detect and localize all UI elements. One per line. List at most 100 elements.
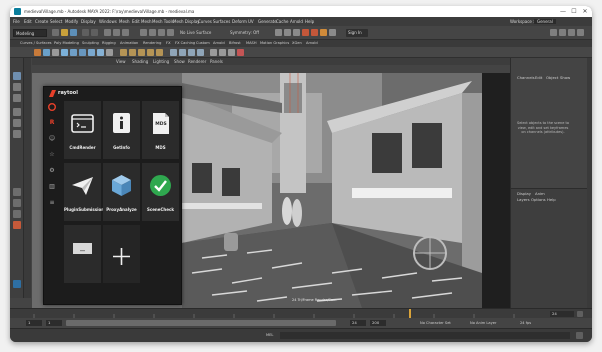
r-icon[interactable]: R xyxy=(48,119,56,127)
shelf-tab-mash[interactable]: MASH xyxy=(246,41,257,45)
scale-tool-icon[interactable] xyxy=(13,130,21,138)
shelf-tab-xgen[interactable]: XGen xyxy=(292,41,302,45)
snap-curve-icon[interactable] xyxy=(149,29,156,36)
extrude-icon[interactable] xyxy=(138,49,145,56)
select-hierarchy-icon[interactable] xyxy=(104,29,111,36)
revolve-icon[interactable] xyxy=(129,49,136,56)
maximize-button[interactable]: ☐ xyxy=(569,7,579,16)
range-end-field[interactable]: 24 xyxy=(350,320,366,326)
shelf-tab-animation[interactable]: Animation xyxy=(120,41,138,45)
single-view-icon[interactable] xyxy=(13,188,21,196)
circle-icon[interactable] xyxy=(43,49,50,56)
redo-icon[interactable] xyxy=(91,29,98,36)
select-component-icon[interactable] xyxy=(122,29,129,36)
bevel-icon[interactable] xyxy=(156,49,163,56)
menu-arnold[interactable]: Arnold xyxy=(290,19,303,24)
render-settings-icon[interactable] xyxy=(293,29,300,36)
plane-icon[interactable] xyxy=(97,49,104,56)
menu-display[interactable]: Display xyxy=(81,19,96,24)
snap-point-icon[interactable] xyxy=(158,29,165,36)
square-icon[interactable] xyxy=(52,49,59,56)
loft-icon[interactable] xyxy=(120,49,127,56)
anim-layer-select[interactable]: No Anim Layer xyxy=(470,321,496,325)
menu-uv[interactable]: UV xyxy=(248,19,254,24)
menu-set-select[interactable]: Modeling xyxy=(13,29,47,37)
light-editor-icon[interactable] xyxy=(329,29,336,36)
reverse-icon[interactable] xyxy=(197,49,204,56)
gear-icon[interactable]: ⚙ xyxy=(48,167,56,175)
menu-cache[interactable]: Cache xyxy=(276,19,288,24)
shelf-tab-rendering[interactable]: Rendering xyxy=(143,41,161,45)
vp-menu-shading[interactable]: Shading xyxy=(132,59,148,64)
live-surface-label[interactable]: No Live Surface xyxy=(180,30,211,35)
curve-icon[interactable] xyxy=(34,49,41,56)
chart-icon[interactable]: ▥ xyxy=(48,183,56,191)
menu-select[interactable]: Select xyxy=(50,19,62,24)
menu-edit-mesh[interactable]: Edit Mesh xyxy=(132,19,152,24)
tile-add[interactable] xyxy=(103,225,140,283)
tool-settings-icon[interactable] xyxy=(568,29,575,36)
tile-cmdrender[interactable]: CmdRender xyxy=(64,101,101,159)
save-scene-icon[interactable] xyxy=(70,29,77,36)
channels-tab[interactable]: Channels xyxy=(517,75,535,80)
project-icon[interactable] xyxy=(210,49,217,56)
snap-view-icon[interactable] xyxy=(167,29,174,36)
mel-label[interactable]: MEL xyxy=(266,333,273,337)
shelf-tab-motion-graphics[interactable]: Motion Graphics xyxy=(260,41,289,45)
channel-box-icon[interactable] xyxy=(577,29,584,36)
character-set-select[interactable]: No Character Set xyxy=(420,321,451,325)
menu-file[interactable]: File xyxy=(13,19,20,24)
cone-icon[interactable] xyxy=(88,49,95,56)
vp-menu-show[interactable]: Show xyxy=(174,59,185,64)
torus-icon[interactable] xyxy=(106,49,113,56)
select-object-icon[interactable] xyxy=(113,29,120,36)
rebuild-icon[interactable] xyxy=(188,49,195,56)
menu-windows[interactable]: Windows xyxy=(99,19,117,24)
rotate-tool-icon[interactable] xyxy=(13,119,21,127)
cube-icon[interactable] xyxy=(70,49,77,56)
person-icon[interactable]: ☺ xyxy=(48,135,56,143)
boolean-icon[interactable] xyxy=(237,49,244,56)
select-tool-icon[interactable] xyxy=(13,72,21,80)
tile-pluginsubmission[interactable]: PluginSubmission xyxy=(64,163,104,221)
time-slider[interactable]: 24 xyxy=(10,308,592,319)
object-tab[interactable]: Object xyxy=(546,75,558,80)
display-tab[interactable]: Display xyxy=(517,191,531,196)
detach-icon[interactable] xyxy=(179,49,186,56)
workspace-select[interactable]: General xyxy=(534,19,556,24)
end-field[interactable]: 200 xyxy=(370,320,386,326)
menu-deform[interactable]: Deform xyxy=(232,19,247,24)
menu-modify[interactable]: Modify xyxy=(65,19,78,24)
layers-menu[interactable]: Layers xyxy=(517,197,530,202)
menu-edit[interactable]: Edit xyxy=(24,19,32,24)
vp-menu-view[interactable]: View xyxy=(116,59,126,64)
tile-proxyanalyze[interactable]: ProxyAnalyze xyxy=(103,163,140,221)
anim-tab[interactable]: Anim xyxy=(535,191,545,196)
shelf-tab-bifrost[interactable]: Bifrost xyxy=(229,41,241,45)
fps-select[interactable]: 24 fps xyxy=(520,321,531,325)
tile-getinfo[interactable]: GetInfo xyxy=(103,101,140,159)
render-frame-icon[interactable] xyxy=(275,29,282,36)
menu-mesh[interactable]: Mesh xyxy=(119,19,130,24)
mel-input[interactable] xyxy=(280,332,570,339)
menu-generate[interactable]: Generate xyxy=(258,19,277,24)
shelf-tab-poly[interactable]: Poly Modeling xyxy=(54,41,79,45)
shelf-tab-fx[interactable]: FX xyxy=(166,41,171,45)
shelf-tab-arnold[interactable]: Arnold xyxy=(213,41,225,45)
new-scene-icon[interactable] xyxy=(52,29,59,36)
shelf-tab-curves[interactable]: Curves / Surfaces xyxy=(20,41,52,45)
tile-scenecheck[interactable]: SceneCheck xyxy=(142,163,179,221)
range-start-field[interactable]: 1 xyxy=(46,320,62,326)
star-icon[interactable]: ☆ xyxy=(48,151,56,159)
options-menu[interactable]: Options xyxy=(531,197,546,202)
cylinder-icon[interactable] xyxy=(79,49,86,56)
tile-screen[interactable] xyxy=(64,225,101,283)
open-scene-icon[interactable] xyxy=(61,29,68,36)
help-menu[interactable]: Help xyxy=(547,197,556,202)
show-tab[interactable]: Show xyxy=(560,75,570,80)
menu-surfaces[interactable]: Surfaces xyxy=(213,19,230,24)
intersect-icon[interactable] xyxy=(219,49,226,56)
menu-create[interactable]: Create xyxy=(35,19,48,24)
ipr-render-icon[interactable] xyxy=(284,29,291,36)
raytool-shelf-icon[interactable] xyxy=(13,221,21,229)
